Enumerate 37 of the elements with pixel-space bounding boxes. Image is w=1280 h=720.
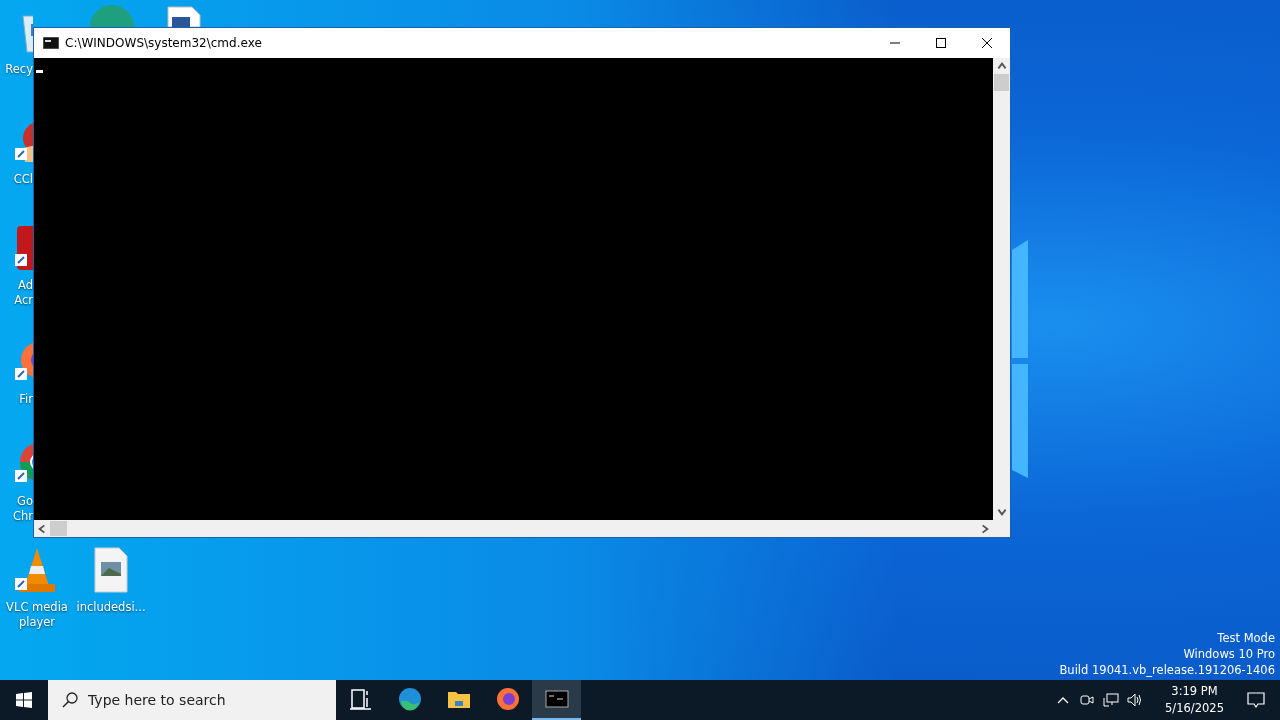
icon-label: Acr bbox=[14, 293, 33, 308]
icon-label: Recy bbox=[5, 62, 33, 77]
icon-label: Fir bbox=[19, 392, 33, 407]
taskbar-app-button[interactable] bbox=[532, 680, 581, 720]
clock-button[interactable]: 3:19 PM 5/16/2025 bbox=[1157, 680, 1232, 720]
network-icon[interactable] bbox=[1103, 692, 1120, 708]
icon-label: player bbox=[18, 615, 56, 630]
text-cursor bbox=[36, 70, 43, 73]
system-notice-text: Build 19041.vb_release.191206-1406 bbox=[1059, 662, 1275, 678]
console-icon bbox=[43, 37, 59, 49]
scroll-thumb[interactable] bbox=[50, 521, 67, 536]
scroll-thumb[interactable] bbox=[994, 74, 1009, 91]
clock-date: 5/16/2025 bbox=[1165, 700, 1224, 717]
speaker-icon[interactable] bbox=[1127, 692, 1144, 708]
icon-label: CCl bbox=[13, 172, 33, 187]
icon-label: includedsi... bbox=[76, 600, 146, 615]
task-view-icon bbox=[348, 687, 373, 711]
window-title: C:\WINDOWS\system32\cmd.exe bbox=[65, 36, 263, 50]
vertical-scrollbar[interactable] bbox=[993, 58, 1010, 520]
icon-label: Chr bbox=[12, 509, 33, 524]
pdf-app-icon[interactable] bbox=[13, 224, 33, 272]
icon-label: Ad bbox=[18, 278, 33, 293]
maximize-icon bbox=[936, 38, 946, 48]
horizontal-scrollbar[interactable] bbox=[34, 520, 993, 537]
icon-label: VLC media bbox=[6, 600, 68, 615]
clock-time: 3:19 PM bbox=[1171, 683, 1218, 700]
console-icon bbox=[544, 687, 569, 711]
system-notice-text: Test Mode bbox=[1217, 630, 1275, 646]
search-field[interactable]: Type here to search bbox=[48, 680, 336, 720]
icon-label: Go bbox=[17, 494, 33, 509]
close-icon bbox=[982, 38, 992, 48]
fox-globe-icon bbox=[495, 687, 520, 711]
wave-globe-icon bbox=[397, 687, 422, 711]
notification-icon[interactable] bbox=[1246, 690, 1266, 710]
camera-icon[interactable] bbox=[1079, 692, 1096, 708]
windows-logo-icon bbox=[16, 692, 32, 708]
system-notice-text: Windows 10 Pro bbox=[1183, 646, 1275, 662]
